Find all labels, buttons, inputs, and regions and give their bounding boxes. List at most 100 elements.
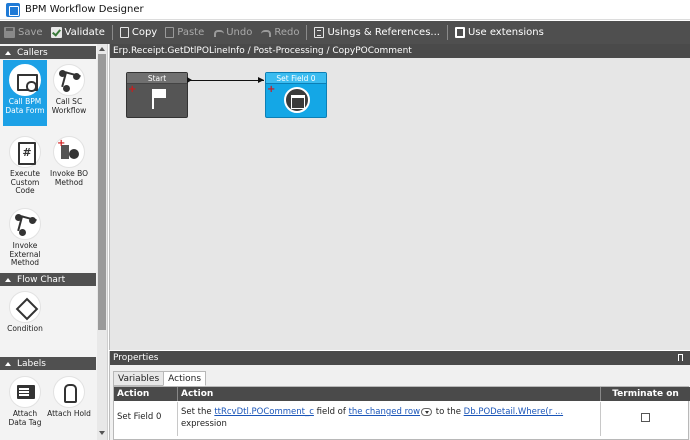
validate-button[interactable]: Validate [47, 21, 109, 44]
redo-button[interactable]: Redo [256, 21, 303, 44]
extensions-label: Use extensions [467, 27, 544, 38]
usings-label: Usings & References... [327, 27, 440, 38]
breadcrumb: Erp.Receipt.GetDtlPOLineInfo / Post-Proc… [110, 44, 690, 58]
checkbox-icon [50, 27, 62, 38]
terminate-cell [601, 402, 690, 436]
tool-condition[interactable]: Condition [3, 287, 47, 353]
copy-button[interactable]: Copy [116, 21, 161, 44]
actions-grid: Action Name Action Terminate on Error Se… [113, 386, 690, 440]
pin-icon[interactable] [678, 354, 683, 361]
tool-label: Condition [7, 324, 43, 333]
section-title: Labels [17, 358, 46, 369]
changed-row-link[interactable]: the changed row [349, 407, 421, 417]
undo-label: Undo [226, 27, 253, 38]
action-description-cell: Set the ttRcvDtl.POComment_c field of th… [178, 402, 601, 436]
external-method-icon [9, 208, 41, 240]
scroll-thumb[interactable] [98, 54, 106, 330]
save-label: Save [18, 27, 43, 38]
column-header-terminate[interactable]: Terminate on Error [601, 387, 690, 413]
node-title: Set Field 0 [266, 73, 326, 84]
copy-label: Copy [131, 27, 158, 38]
properties-header: Properties [110, 351, 690, 365]
toolbox-panel: Callers Call BPM Data Form Call SC Workf… [0, 44, 108, 440]
hold-icon [53, 376, 85, 408]
toolbar: Save Validate Copy Paste Undo Redo Using… [0, 21, 690, 44]
flow-connector[interactable] [187, 80, 264, 81]
node-title: Start [127, 73, 187, 84]
app-icon [6, 2, 20, 17]
collapse-icon [5, 50, 11, 55]
calendar-grid-icon [284, 87, 310, 113]
tool-execute-custom-code[interactable]: Execute Custom Code [3, 132, 47, 198]
tool-call-bpm-data-form[interactable]: Call BPM Data Form [3, 60, 47, 126]
column-header-action-name[interactable]: Action Name [114, 387, 178, 413]
data-form-icon [9, 64, 41, 96]
workflow-canvas[interactable]: Erp.Receipt.GetDtlPOLineInfo / Post-Proc… [109, 44, 690, 350]
redo-label: Redo [274, 27, 300, 38]
references-icon [314, 27, 325, 38]
section-callers-header[interactable]: Callers [0, 46, 96, 59]
window-title: BPM Workflow Designer [25, 4, 144, 15]
tool-label: Call SC Workflow [51, 97, 87, 115]
scroll-up-icon[interactable] [99, 47, 105, 51]
tool-attach-hold[interactable]: Attach Hold [47, 372, 91, 438]
connector-end-arrow [258, 77, 264, 83]
title-bar: BPM Workflow Designer [0, 0, 690, 20]
collapse-icon [5, 277, 11, 282]
data-tag-icon [9, 376, 41, 408]
use-extensions-button[interactable]: Use extensions [451, 21, 548, 44]
condition-icon [9, 291, 41, 323]
invoke-method-icon: + [53, 136, 85, 168]
toolbar-separator [446, 25, 448, 40]
action-text: Set the [181, 407, 212, 417]
action-name-cell[interactable]: Set Field 0 [114, 402, 178, 436]
tool-label: Call BPM Data Form [5, 97, 45, 115]
tool-label: Execute Custom Code [10, 169, 40, 195]
toolbar-separator [306, 25, 308, 40]
paste-button[interactable]: Paste [161, 21, 208, 44]
action-text: to the [435, 407, 461, 417]
save-icon [4, 27, 15, 38]
tool-invoke-external-method[interactable]: Invoke External Method [3, 204, 47, 270]
dropdown-icon[interactable] [421, 407, 433, 416]
scroll-down-icon[interactable] [99, 431, 105, 435]
toolbox-scrollbar[interactable] [97, 44, 107, 440]
save-button[interactable]: Save [0, 21, 47, 44]
tool-label: Invoke BO Method [50, 169, 88, 187]
redo-icon [260, 27, 272, 38]
field-link[interactable]: ttRcvDtl.POComment_c [214, 407, 314, 417]
properties-panel: Properties Variables Actions Action Name… [109, 351, 690, 440]
workflow-nodes-icon [53, 64, 85, 96]
section-title: Callers [17, 47, 48, 58]
section-labels-header[interactable]: Labels [0, 357, 96, 370]
tool-call-sc-workflow[interactable]: Call SC Workflow [47, 60, 91, 126]
action-text: expression [181, 419, 227, 429]
collapse-icon [5, 361, 11, 366]
tool-label: Attach Data Tag [8, 409, 42, 427]
action-text: field of [316, 407, 346, 417]
add-connection-icon[interactable]: + [128, 85, 136, 95]
properties-tabs: Variables Actions [113, 371, 207, 386]
tool-invoke-bo-method[interactable]: + Invoke BO Method [47, 132, 91, 198]
tab-variables[interactable]: Variables [113, 371, 165, 386]
terminate-on-error-checkbox[interactable] [641, 413, 650, 422]
tool-attach-data-tag[interactable]: Attach Data Tag [3, 372, 47, 438]
extensions-icon [454, 27, 465, 38]
column-header-action[interactable]: Action [178, 387, 601, 401]
validate-label: Validate [64, 27, 105, 38]
tool-label: Invoke External Method [9, 241, 41, 267]
expression-link[interactable]: Db.PODetail.Where(r ... [464, 407, 563, 417]
properties-title: Properties [113, 353, 159, 363]
undo-button[interactable]: Undo [208, 21, 256, 44]
tab-actions[interactable]: Actions [163, 371, 207, 386]
section-flow-chart-header[interactable]: Flow Chart [0, 273, 96, 286]
section-title: Flow Chart [17, 274, 66, 285]
undo-icon [212, 27, 225, 38]
paste-icon [165, 27, 175, 38]
start-node[interactable]: Start + [126, 72, 188, 118]
usings-references-button[interactable]: Usings & References... [310, 21, 443, 44]
add-connection-icon[interactable]: + [267, 85, 275, 95]
paste-label: Paste [177, 27, 205, 38]
copy-icon [119, 27, 129, 38]
set-field-node[interactable]: Set Field 0 + [265, 72, 327, 118]
